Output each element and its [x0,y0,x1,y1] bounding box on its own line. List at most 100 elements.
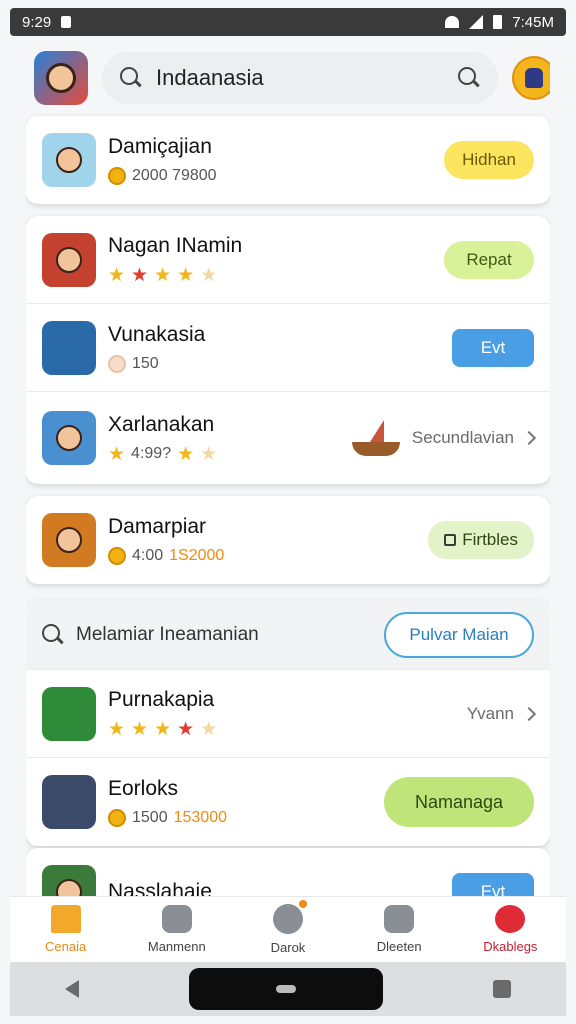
wifi-icon [445,16,460,28]
system-nav-bar [10,962,566,1016]
action-button-label: Firtbles [462,530,518,549]
action-button[interactable]: Evt [452,328,534,367]
coin-icon [108,809,126,827]
link-label: Secundlavian [411,428,514,447]
search-icon [120,67,142,89]
tab-home[interactable]: Cenaia [16,905,116,954]
game-thumbnail-icon [42,775,96,829]
action-button[interactable]: Firtbles [428,521,534,559]
profile-icon [525,68,543,88]
game-meta: 2000 79800 [132,167,217,184]
app-avatar[interactable] [34,51,88,105]
tab-manmenn[interactable]: Manmenn [127,905,227,954]
list-item[interactable]: Damarpiar 4:00 1S2000 Firtbles [26,496,550,584]
tab-label: Manmenn [147,939,206,954]
chevron-right-icon [521,706,537,721]
star-icon: ★ [131,265,149,286]
coin-icon [108,547,126,565]
rating-stars: ★ ★ ★ ★ ★ [108,720,455,739]
details-link[interactable]: Secundlavian [411,428,537,448]
star-icon: ★ [177,719,195,740]
signal-icon [469,15,484,29]
search-bar[interactable] [102,52,498,104]
battery-icon [493,15,503,29]
controller-icon [384,905,415,933]
star-icon: ★ [108,443,126,465]
game-meta: 4:00 [132,547,164,564]
recent-apps-icon[interactable] [493,980,511,998]
action-button[interactable]: Repat [444,240,534,279]
list-item[interactable]: Nagan INamin ★ ★ ★ ★ ★ Repat [26,216,550,304]
star-icon: ★ [108,719,126,740]
game-meta-highlight: 1S2000 [169,547,225,564]
tab-dkablegs[interactable]: Dkablegs [460,905,560,954]
search-input[interactable] [156,65,444,91]
tab-label: Darok [270,940,306,955]
home-icon [50,905,81,933]
document-icon [444,534,457,546]
game-title: Vunakasia [108,322,206,346]
play-icon [272,900,307,934]
star-icon: ★ [200,443,218,465]
list-item[interactable]: Eorloks 1500 153000 Namanaga [26,758,550,846]
boat-icon [351,420,400,456]
link-label: Yvann [466,703,514,723]
section-action-button[interactable]: Pulvar Maian [384,611,534,658]
action-button[interactable]: Namanaga [384,777,534,827]
chevron-right-icon [521,430,537,446]
game-meta: 1500 [132,809,168,826]
game-title: Damarpiar [108,515,207,538]
back-icon[interactable] [65,980,79,998]
app-content: Damiçajian 2000 79800 Hidhan Nagan INami… [26,42,550,962]
heart-badge-icon [495,905,526,933]
list-item[interactable]: Damiçajian 2000 79800 Hidhan [26,116,550,204]
tab-dleeten[interactable]: Dleeten [349,905,449,954]
game-thumbnail-icon [42,411,96,465]
game-card: Damarpiar 4:00 1S2000 Firtbles [26,496,550,584]
game-title: Eorloks [108,777,179,800]
game-card: Melamiar Ineamanian Pulvar Maian Purnaka… [26,600,550,846]
star-icon: ★ [108,265,126,286]
game-meta: 4:99? [131,445,172,462]
tab-label: Dkablegs [483,939,538,954]
star-icon: ★ [154,265,172,286]
coin-icon [108,354,126,373]
list-item[interactable]: Purnakapia ★ ★ ★ ★ ★ Yvann [26,670,550,758]
rating-stars: ★ ★ ★ ★ ★ [108,266,432,285]
action-button[interactable]: Hidhan [444,141,534,179]
home-pill-icon [276,985,296,993]
game-thumbnail-icon [42,686,96,741]
star-icon: ★ [154,719,172,740]
game-card: Nagan INamin ★ ★ ★ ★ ★ Repat Vunakasia 150 E… [26,216,550,484]
game-title: Purnakapia [108,688,215,711]
section-search-row: Melamiar Ineamanian Pulvar Maian [26,600,550,670]
game-meta: 150 [132,354,159,372]
details-link[interactable]: Yvann [466,703,537,724]
list-item[interactable]: Xarlanakan ★ 4:99? ★ ★ Secundlavian [26,392,550,484]
tab-label: Dleeten [376,939,422,954]
list-item[interactable]: Vunakasia 150 Evt [26,304,550,392]
game-thumbnail-icon [42,232,96,287]
hexagon-icon [161,905,192,933]
notification-icon [61,16,72,28]
coin-icon [108,167,126,185]
status-clock: 7:45M [512,13,554,31]
status-time: 9:29 [22,13,52,31]
game-thumbnail-icon [42,133,96,187]
game-card: Damiçajian 2000 79800 Hidhan [26,116,550,204]
game-meta-highlight: 153000 [173,809,227,826]
bottom-tab-bar: Cenaia Manmenn Darok Dleeten Dkablegs [10,896,566,962]
tab-darok[interactable]: Darok [238,900,338,955]
home-button[interactable] [189,968,383,1010]
tab-label: Cenaia [44,939,87,954]
star-icon: ★ [200,265,218,286]
character-face-icon [46,63,76,93]
star-icon: ★ [200,719,218,740]
game-title: Xarlanakan [108,412,215,436]
game-title: Damiçajian [108,135,212,158]
search-submit-icon[interactable] [458,67,480,89]
profile-button[interactable] [512,56,550,100]
status-bar: 9:29 7:45M [10,8,566,36]
header [26,42,550,114]
game-thumbnail-icon [42,320,96,375]
